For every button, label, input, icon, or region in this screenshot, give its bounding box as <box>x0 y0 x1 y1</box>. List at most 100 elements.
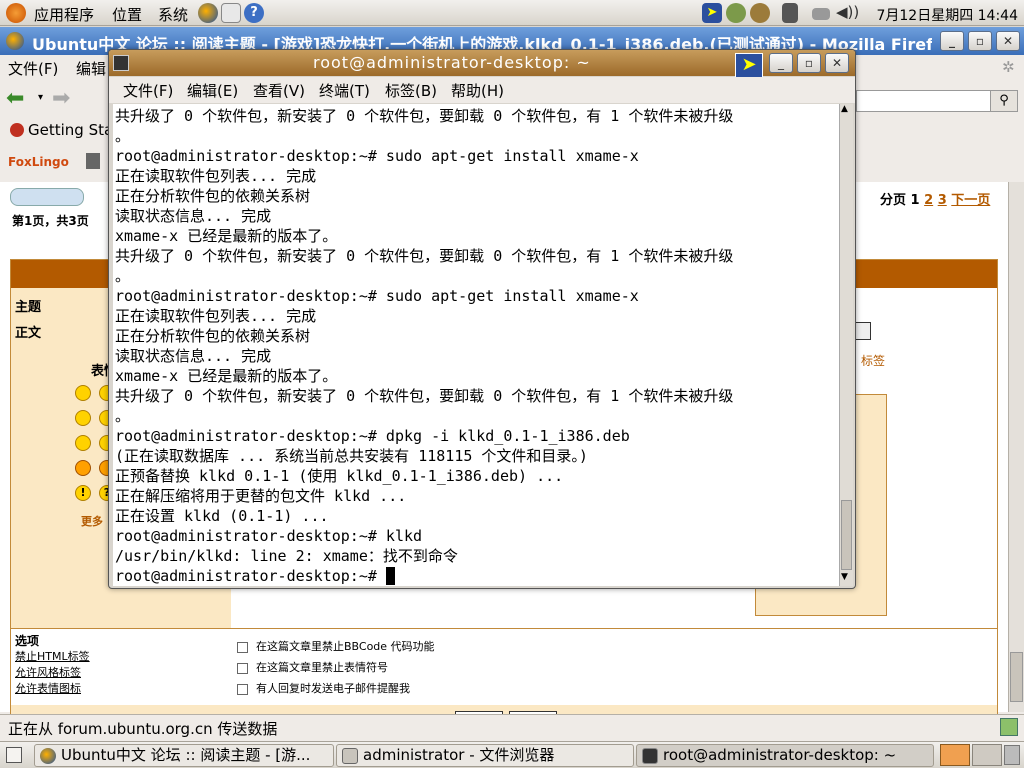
option-notify-label: 有人回复时发送电子邮件提醒我 <box>256 682 410 695</box>
addon-status-icon[interactable] <box>1000 718 1018 736</box>
foxlingo-icon[interactable] <box>86 153 100 169</box>
terminal-line: xmame-x 已经是最新的版本了。 <box>115 367 338 385</box>
option-smilies-label: 在这篇文章里禁止表情符号 <box>256 661 388 674</box>
workspace-1[interactable] <box>940 744 970 766</box>
menu-places[interactable]: 位置 <box>112 4 142 25</box>
back-dropdown-icon[interactable]: ▾ <box>38 92 43 103</box>
folder-icon <box>342 748 358 764</box>
menu-system[interactable]: 系统 <box>158 4 188 25</box>
terminal-line: 正在读取软件包列表... 完成 <box>115 307 317 325</box>
terminal-menu-terminal[interactable]: 终端(T) <box>319 80 370 101</box>
terminal-maximize-button[interactable]: ▫ <box>797 53 821 73</box>
taskbar-item-file-browser[interactable]: administrator - 文件浏览器 <box>336 744 634 767</box>
firefox-statusbar: 正在从 forum.ubuntu.org.cn 传送数据 <box>0 714 1024 740</box>
trash-icon[interactable] <box>1004 745 1020 765</box>
clock[interactable]: 7月12日星期四 14:44 <box>876 5 1018 25</box>
status-text: 正在从 forum.ubuntu.org.cn 传送数据 <box>8 720 278 738</box>
network-icon[interactable] <box>782 3 798 23</box>
pagination-label: 分页 <box>880 193 907 208</box>
subject-label: 主题 <box>15 300 42 315</box>
terminal-menu-file[interactable]: 文件(F) <box>123 80 173 101</box>
pagination: 分页 1 2 3 下一页 <box>880 189 990 208</box>
bookmark-icon <box>10 123 24 137</box>
terminal-line: 共升级了 0 个软件包，新安装了 0 个软件包，要卸载 0 个软件包，有 1 个… <box>115 387 734 405</box>
option-smilies[interactable]: 在这篇文章里禁止表情符号 <box>237 659 388 675</box>
bookmark-getting-started[interactable]: Getting Sta <box>28 121 113 139</box>
notify-arrow-icon[interactable]: ➤ <box>735 53 763 79</box>
terminal-line: 。 <box>115 407 131 425</box>
terminal-scrollbar[interactable]: ▲ ▼ <box>839 104 853 586</box>
maximize-button[interactable]: ▫ <box>968 31 992 51</box>
terminal-output[interactable]: 共升级了 0 个软件包，新安装了 0 个软件包，要卸载 0 个软件包，有 1 个… <box>113 104 839 586</box>
back-icon[interactable]: ⬅ <box>6 86 24 111</box>
keyboard-icon[interactable] <box>812 8 830 20</box>
option-link-style[interactable]: 允许风格标签 <box>15 664 81 680</box>
menu-edit[interactable]: 编辑 <box>76 58 106 79</box>
ubuntu-logo-icon[interactable] <box>6 3 26 23</box>
terminal-line: 正在读取软件包列表... 完成 <box>115 167 317 185</box>
option-link-emoticons[interactable]: 允许表情图标 <box>15 680 81 696</box>
happy-emoticon-icon[interactable] <box>75 410 91 426</box>
foxlingo-logo[interactable]: FoxLingo <box>8 155 69 169</box>
checkbox-notify[interactable] <box>237 683 248 695</box>
workspace-2[interactable] <box>972 744 1002 766</box>
scroll-up-icon[interactable]: ▲ <box>841 104 848 114</box>
option-bbcode[interactable]: 在这篇文章里禁止BBCode 代码功能 <box>237 638 435 654</box>
search-icon[interactable]: ⚲ <box>990 90 1018 112</box>
terminal-close-button[interactable]: ✕ <box>825 53 849 73</box>
divider <box>11 628 997 629</box>
terminal-scrollbar-thumb[interactable] <box>841 500 852 570</box>
exclaim-emoticon-icon[interactable]: ! <box>75 485 91 501</box>
firefox-launcher-icon[interactable] <box>198 3 218 23</box>
terminal-line: 正预备替换 klkd 0.1-1 (使用 klkd_0.1-1_i386.deb… <box>115 467 564 485</box>
help-icon[interactable]: ? <box>244 3 264 23</box>
terminal-line: 共升级了 0 个软件包，新安装了 0 个软件包，要卸载 0 个软件包，有 1 个… <box>115 107 734 125</box>
notify-arrow-icon[interactable]: ➤ <box>702 3 722 23</box>
terminal-line: 正在解压缩将用于更替的包文件 klkd ... <box>115 487 407 505</box>
top-panel: 应用程序 位置 系统 ? ➤ ◀)) 7月12日星期四 14:44 <box>0 0 1024 26</box>
pagination-next[interactable]: 下一页 <box>951 193 990 208</box>
menu-file[interactable]: 文件(F) <box>8 58 58 79</box>
terminal-line: 正在分析软件包的依赖关系树 <box>115 187 311 205</box>
terminal-line: root@administrator-desktop:~# <box>115 566 837 586</box>
smile-emoticon-icon[interactable] <box>75 385 91 401</box>
page-scrollbar[interactable] <box>1008 182 1024 712</box>
volume-icon[interactable]: ◀)) <box>836 3 859 23</box>
post-button[interactable] <box>10 188 84 206</box>
terminal-titlebar[interactable]: root@administrator-desktop: ~ ➤ _ ▫ ✕ <box>109 50 855 79</box>
terminal-icon <box>113 55 129 71</box>
taskbar-item-firefox[interactable]: Ubuntu中文 论坛 :: 阅读主题 - [游... <box>34 744 334 767</box>
mail-launcher-icon[interactable] <box>221 3 241 23</box>
scrollbar-thumb[interactable] <box>1010 652 1023 702</box>
scroll-down-icon[interactable]: ▼ <box>841 572 848 582</box>
taskbar-item-terminal[interactable]: root@administrator-desktop: ~ <box>636 744 934 767</box>
terminal-line: root@administrator-desktop:~# sudo apt-g… <box>115 147 639 165</box>
show-desktop-icon[interactable] <box>6 747 22 763</box>
checkbox-smilies[interactable] <box>237 662 248 674</box>
user-icon[interactable] <box>726 3 746 23</box>
search-input[interactable] <box>856 90 992 112</box>
terminal-menu-tabs[interactable]: 标签(B) <box>385 80 437 101</box>
terminal-menu-view[interactable]: 查看(V) <box>253 80 305 101</box>
evil-emoticon-icon[interactable] <box>75 460 91 476</box>
pagination-page-3[interactable]: 3 <box>938 193 947 208</box>
checkbox-bbcode[interactable] <box>237 641 248 653</box>
terminal-menu-help[interactable]: 帮助(H) <box>451 80 504 101</box>
terminal-menu-edit[interactable]: 编辑(E) <box>187 80 238 101</box>
surprised-emoticon-icon[interactable] <box>75 435 91 451</box>
terminal-minimize-button[interactable]: _ <box>769 53 793 73</box>
close-button[interactable]: ✕ <box>996 31 1020 51</box>
taskbar-item-firefox-label: Ubuntu中文 论坛 :: 阅读主题 - [游... <box>61 746 311 764</box>
pagination-current: 1 <box>910 193 920 208</box>
terminal-line: /usr/bin/klkd: line 2: xmame：找不到命令 <box>115 547 458 565</box>
option-notify[interactable]: 有人回复时发送电子邮件提醒我 <box>237 680 410 696</box>
options-title: 选项 <box>15 634 40 648</box>
menu-applications[interactable]: 应用程序 <box>34 4 94 25</box>
minimize-button[interactable]: _ <box>940 31 964 51</box>
pagination-page-2[interactable]: 2 <box>924 193 933 208</box>
style-tags-link[interactable]: 标签 <box>861 352 885 369</box>
forward-icon[interactable]: ➡ <box>52 86 70 111</box>
more-emoticons-link[interactable]: 更多 <box>81 513 103 529</box>
option-link-html[interactable]: 禁止HTML标签 <box>15 648 90 664</box>
user2-icon[interactable] <box>750 3 770 23</box>
